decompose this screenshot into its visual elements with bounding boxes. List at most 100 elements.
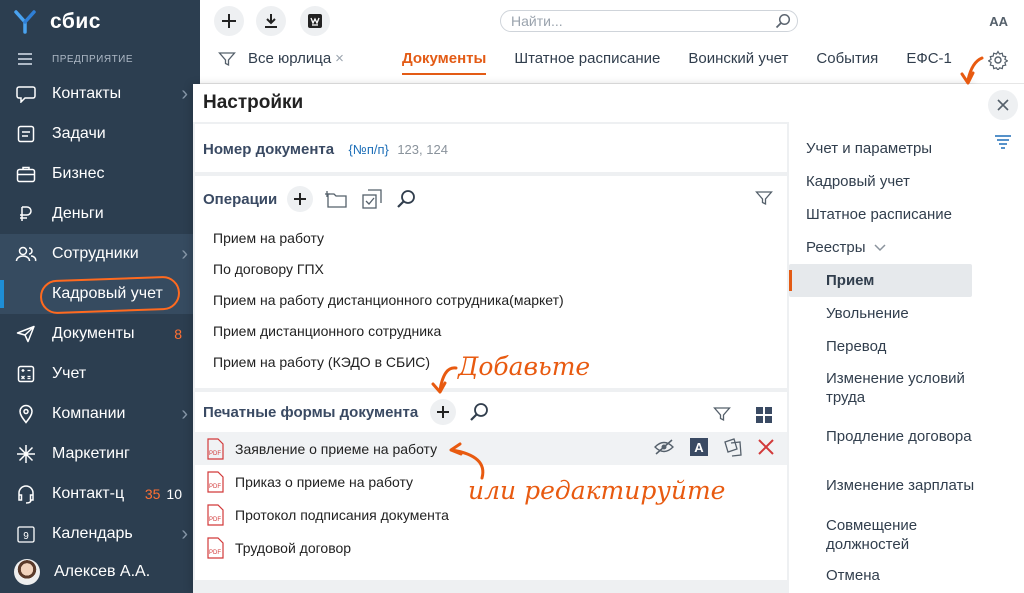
company-switcher[interactable]: ПРЕДПРИЯТИЕ <box>0 44 200 74</box>
search-placeholder: Найти... <box>511 13 563 29</box>
tab-staffing[interactable]: Штатное расписание <box>514 50 660 74</box>
add-folder-icon[interactable] <box>325 189 349 209</box>
delete-icon[interactable] <box>757 438 775 456</box>
settings-nav-item-selected[interactable]: Прием <box>789 264 972 297</box>
location-icon <box>14 403 38 425</box>
company-label: ПРЕДПРИЯТИЕ <box>52 53 134 65</box>
settings-nav-item[interactable]: Отмена <box>789 559 976 592</box>
sidebar-item-employees[interactable]: Сотрудники › <box>0 234 200 274</box>
tab-documents[interactable]: Документы <box>402 50 487 75</box>
copy-icon[interactable] <box>723 437 743 457</box>
filter[interactable]: Все юрлица × <box>218 50 344 67</box>
tab-events[interactable]: События <box>816 50 878 74</box>
chevron-right-icon[interactable]: › <box>181 243 188 266</box>
add-operation-button[interactable] <box>287 186 314 212</box>
selection-marker <box>789 270 792 291</box>
list-item[interactable]: По договору ГПХ <box>195 253 787 284</box>
edit-template-icon[interactable]: A <box>689 437 709 457</box>
print-forms-header: Печатные формы документа <box>195 392 787 432</box>
logo[interactable]: сбис <box>0 0 200 44</box>
search-icon[interactable] <box>395 188 417 210</box>
briefcase-icon <box>14 163 38 185</box>
sidebar-item-money[interactable]: Деньги <box>0 194 200 234</box>
sidebar-subitem-hr[interactable]: Кадровый учет <box>0 274 200 315</box>
add-print-form-button[interactable] <box>430 399 457 425</box>
pdf-file-icon: PDF <box>207 503 224 526</box>
filter-icon[interactable] <box>755 190 773 206</box>
sidebar-item-label: Деньги <box>52 205 104 222</box>
add-button[interactable] <box>214 6 244 36</box>
print-form-name: Протокол подписания документа <box>235 506 449 523</box>
settings-nav-item[interactable]: Штатное расписание <box>789 198 976 231</box>
filter-icon[interactable] <box>713 406 731 422</box>
sidebar-item-tasks[interactable]: Задачи <box>0 114 200 154</box>
annotation-add: Добавьте <box>458 352 591 381</box>
list-item[interactable]: Прием на работу <box>195 222 787 253</box>
emblem-button[interactable] <box>300 6 330 36</box>
sidebar-item-documents[interactable]: Документы 8 <box>0 314 200 354</box>
list-item[interactable]: Прием на работу дистанционного сотрудник… <box>195 284 787 315</box>
filter-icon[interactable] <box>218 51 236 67</box>
settings-nav-registries[interactable]: Реестры <box>789 231 976 264</box>
gear-icon[interactable] <box>988 50 1008 70</box>
settings-nav-item[interactable]: Изменение зарплаты <box>789 461 976 510</box>
sidebar-item-label: Задачи <box>52 125 106 142</box>
select-icon[interactable] <box>361 188 383 210</box>
active-marker <box>0 280 4 308</box>
font-size-toggle[interactable]: AA <box>989 14 1008 29</box>
table-row[interactable]: PDF Заявление о приеме на работу A <box>195 432 787 465</box>
sidebar-item-label: Контакты <box>52 85 122 102</box>
list-item[interactable]: Прием дистанционного сотрудника <box>195 315 787 346</box>
close-button[interactable] <box>988 90 1018 120</box>
svg-text:PDF: PDF <box>209 550 221 556</box>
svg-text:A: A <box>694 440 704 455</box>
search-input[interactable]: Найти... <box>500 10 798 32</box>
tasks-icon <box>14 123 38 145</box>
svg-text:PDF: PDF <box>209 484 221 490</box>
chevron-right-icon[interactable]: › <box>181 83 188 106</box>
clear-filter-icon[interactable]: × <box>335 50 344 67</box>
sidebar-item-calendar[interactable]: 9 Календарь › <box>0 514 200 554</box>
user-profile[interactable]: Алексев А.А. <box>0 555 150 589</box>
headset-icon <box>14 483 38 505</box>
unread-count: 35 <box>144 486 161 502</box>
search-icon[interactable] <box>775 13 791 29</box>
sidebar-item-companies[interactable]: Компании › <box>0 394 200 434</box>
sidebar-item-marketing[interactable]: Маркетинг <box>0 434 200 474</box>
user-name: Алексев А.А. <box>54 563 151 580</box>
settings-nav-item[interactable]: Кадровый учет <box>789 165 976 198</box>
settings-nav: Учет и параметры Кадровый учет Штатное р… <box>789 122 976 593</box>
chevron-down-icon[interactable] <box>874 243 886 252</box>
list-sort-icon[interactable] <box>994 134 1012 150</box>
settings-nav-item[interactable]: Увольнение <box>789 297 976 330</box>
plus-icon <box>294 193 307 205</box>
table-row[interactable]: PDF Трудовой договор <box>195 531 787 564</box>
sidebar-item-business[interactable]: Бизнес <box>0 154 200 194</box>
chevron-right-icon[interactable]: › <box>181 523 188 546</box>
chevron-right-icon[interactable]: › <box>181 403 188 426</box>
search-icon[interactable] <box>468 401 490 423</box>
grid-view-icon[interactable] <box>755 406 773 424</box>
menu-icon[interactable] <box>18 53 32 65</box>
download-icon <box>265 14 277 28</box>
sidebar-item-label: Бизнес <box>52 165 105 182</box>
annotation-edit: или редактируйте <box>468 476 726 505</box>
hide-icon[interactable] <box>653 438 675 456</box>
sidebar-item-contact-center[interactable]: Контакт-ц 35 10 <box>0 474 200 514</box>
sidebar-item-label: Маркетинг <box>52 445 130 462</box>
settings-nav-item[interactable]: Учет и параметры <box>789 132 976 165</box>
sidebar-item-accounting[interactable]: Учет <box>0 354 200 394</box>
calendar-day: 9 <box>23 531 29 542</box>
tab-military[interactable]: Воинский учет <box>688 50 788 74</box>
doc-number-template[interactable]: {№п/п} <box>349 142 389 157</box>
settings-nav-item[interactable]: Совмещение должностей <box>789 510 976 559</box>
settings-nav-item[interactable]: Изменение условий труда <box>789 363 976 412</box>
settings-nav-item[interactable]: Продление договора <box>789 412 976 461</box>
logo-text: сбис <box>50 10 101 33</box>
sidebar-item-contacts[interactable]: Контакты › <box>0 74 200 114</box>
sidebar-item-label: Документы <box>52 325 135 342</box>
settings-nav-item[interactable]: Перевод <box>789 330 976 363</box>
filter-label: Все юрлица <box>248 50 332 67</box>
download-button[interactable] <box>256 6 286 36</box>
tab-efs1[interactable]: ЕФС-1 <box>906 50 952 74</box>
